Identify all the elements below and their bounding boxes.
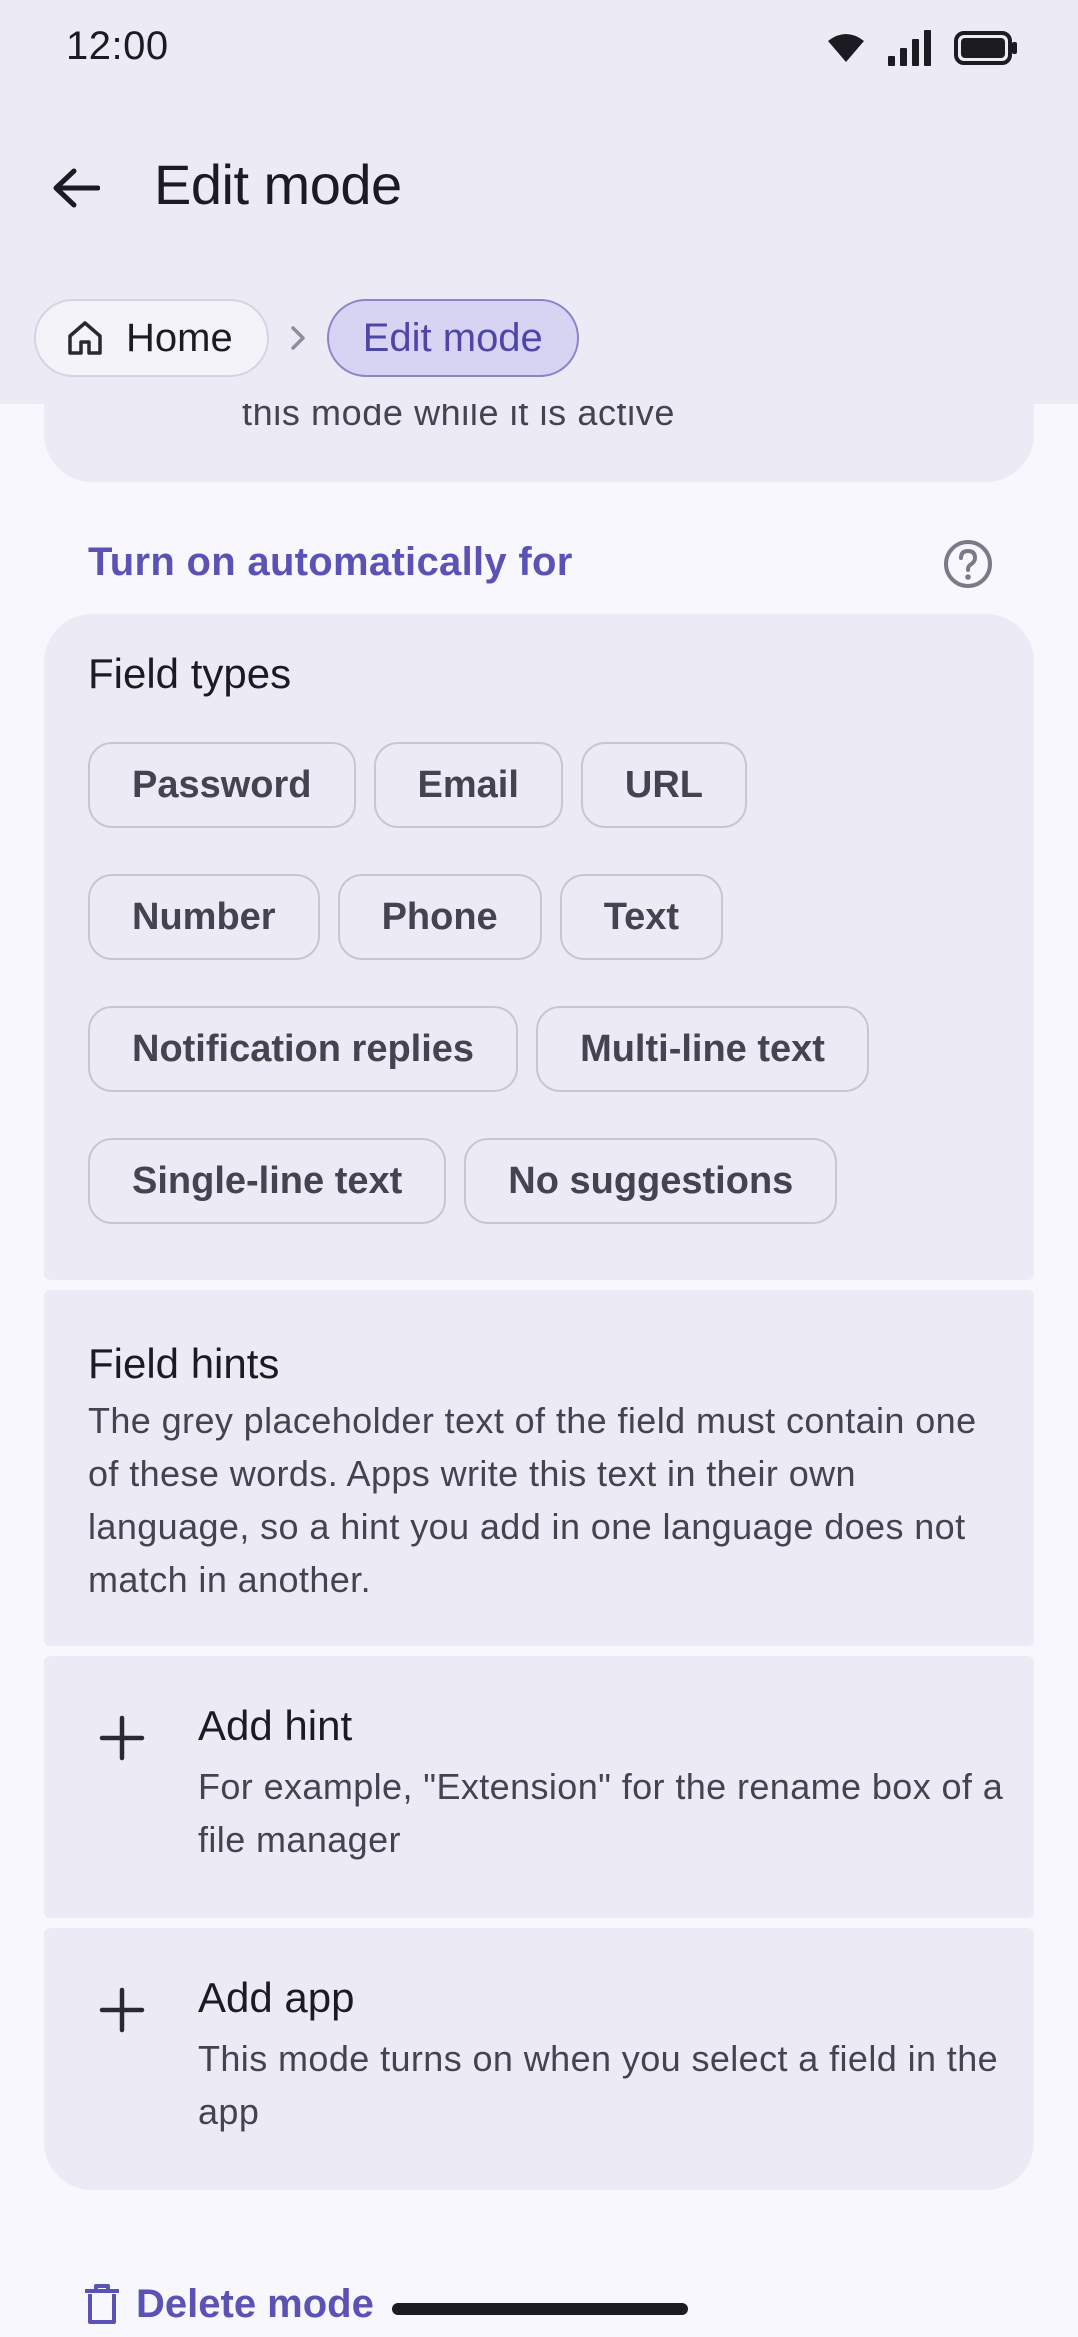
field-hints-heading: Field hints: [88, 1340, 280, 1387]
field-types-card: Field types Password Email URL Number Ph…: [44, 614, 1034, 1280]
field-type-chips: Password Email URL Number Phone Text Not…: [88, 742, 1008, 1270]
field-hints-card: Field hints The grey placeholder text of…: [44, 1290, 1034, 1646]
chip-url[interactable]: URL: [580, 742, 748, 828]
plus-icon: [99, 1987, 145, 2033]
app-bar: Edit mode: [0, 128, 1078, 244]
add-hint-button[interactable]: Add hint For example, "Extension" for th…: [44, 1656, 1034, 1918]
wifi-icon: [828, 34, 864, 62]
chip-row: Number Phone Text: [88, 874, 1008, 960]
trash-icon: [85, 2284, 119, 2324]
chip-password[interactable]: Password: [88, 742, 356, 828]
add-app-title: Add app: [198, 1974, 355, 2021]
chip-single-line-text[interactable]: Single-line text: [88, 1138, 447, 1224]
chip-notification-replies[interactable]: Notification replies: [88, 1006, 519, 1092]
breadcrumb-home[interactable]: Home: [34, 299, 269, 377]
header: 12:00 Edit mode Home Edit mode: [0, 0, 1078, 404]
page-title: Edit mode: [154, 153, 402, 216]
add-app-description: This mode turns on when you select a fie…: [198, 2038, 999, 2132]
chip-row: Notification replies Multi-line text: [88, 1006, 1008, 1092]
help-circle-icon[interactable]: [942, 538, 994, 590]
add-app-card: Add app This mode turns on when you sele…: [44, 1928, 1034, 2190]
add-hint-description: For example, "Extension" for the rename …: [198, 1766, 1004, 1860]
home-icon: [66, 320, 104, 356]
breadcrumb-current[interactable]: Edit mode: [326, 299, 579, 377]
status-time: 12:00: [66, 24, 169, 68]
arrow-left-icon: [53, 168, 100, 208]
add-hint-title: Add hint: [198, 1702, 353, 1749]
chevron-right-icon: [269, 325, 327, 351]
chip-row: Password Email URL: [88, 742, 1008, 828]
delete-mode-label: Delete mode: [136, 2281, 374, 2326]
section-title: Turn on automatically for: [88, 540, 573, 584]
add-app-button[interactable]: Add app This mode turns on when you sele…: [44, 1928, 1034, 2190]
chip-email[interactable]: Email: [373, 742, 563, 828]
add-hint-card: Add hint For example, "Extension" for th…: [44, 1656, 1034, 1918]
chip-multi-line-text[interactable]: Multi-line text: [536, 1006, 869, 1092]
delete-mode-button[interactable]: Delete mode: [82, 2276, 374, 2332]
chip-text[interactable]: Text: [559, 874, 724, 960]
chip-no-suggestions[interactable]: No suggestions: [464, 1138, 838, 1224]
breadcrumb-home-label: Home: [126, 315, 233, 360]
plus-icon: [99, 1715, 145, 1761]
chip-row: Single-line text No suggestions: [88, 1138, 1008, 1224]
battery-icon: [954, 31, 1017, 65]
signal-icon: [888, 30, 931, 66]
chip-number[interactable]: Number: [88, 874, 320, 960]
field-hints-description: The grey placeholder text of the field m…: [88, 1400, 977, 1600]
chip-phone[interactable]: Phone: [337, 874, 542, 960]
field-types-heading: Field types: [88, 650, 292, 697]
breadcrumb-current-label: Edit mode: [362, 315, 543, 360]
breadcrumb: Home Edit mode: [34, 298, 579, 378]
home-indicator[interactable]: [392, 2303, 688, 2315]
status-icons: [826, 28, 1018, 68]
back-button[interactable]: [36, 148, 116, 228]
status-bar: 12:00: [0, 0, 1078, 96]
